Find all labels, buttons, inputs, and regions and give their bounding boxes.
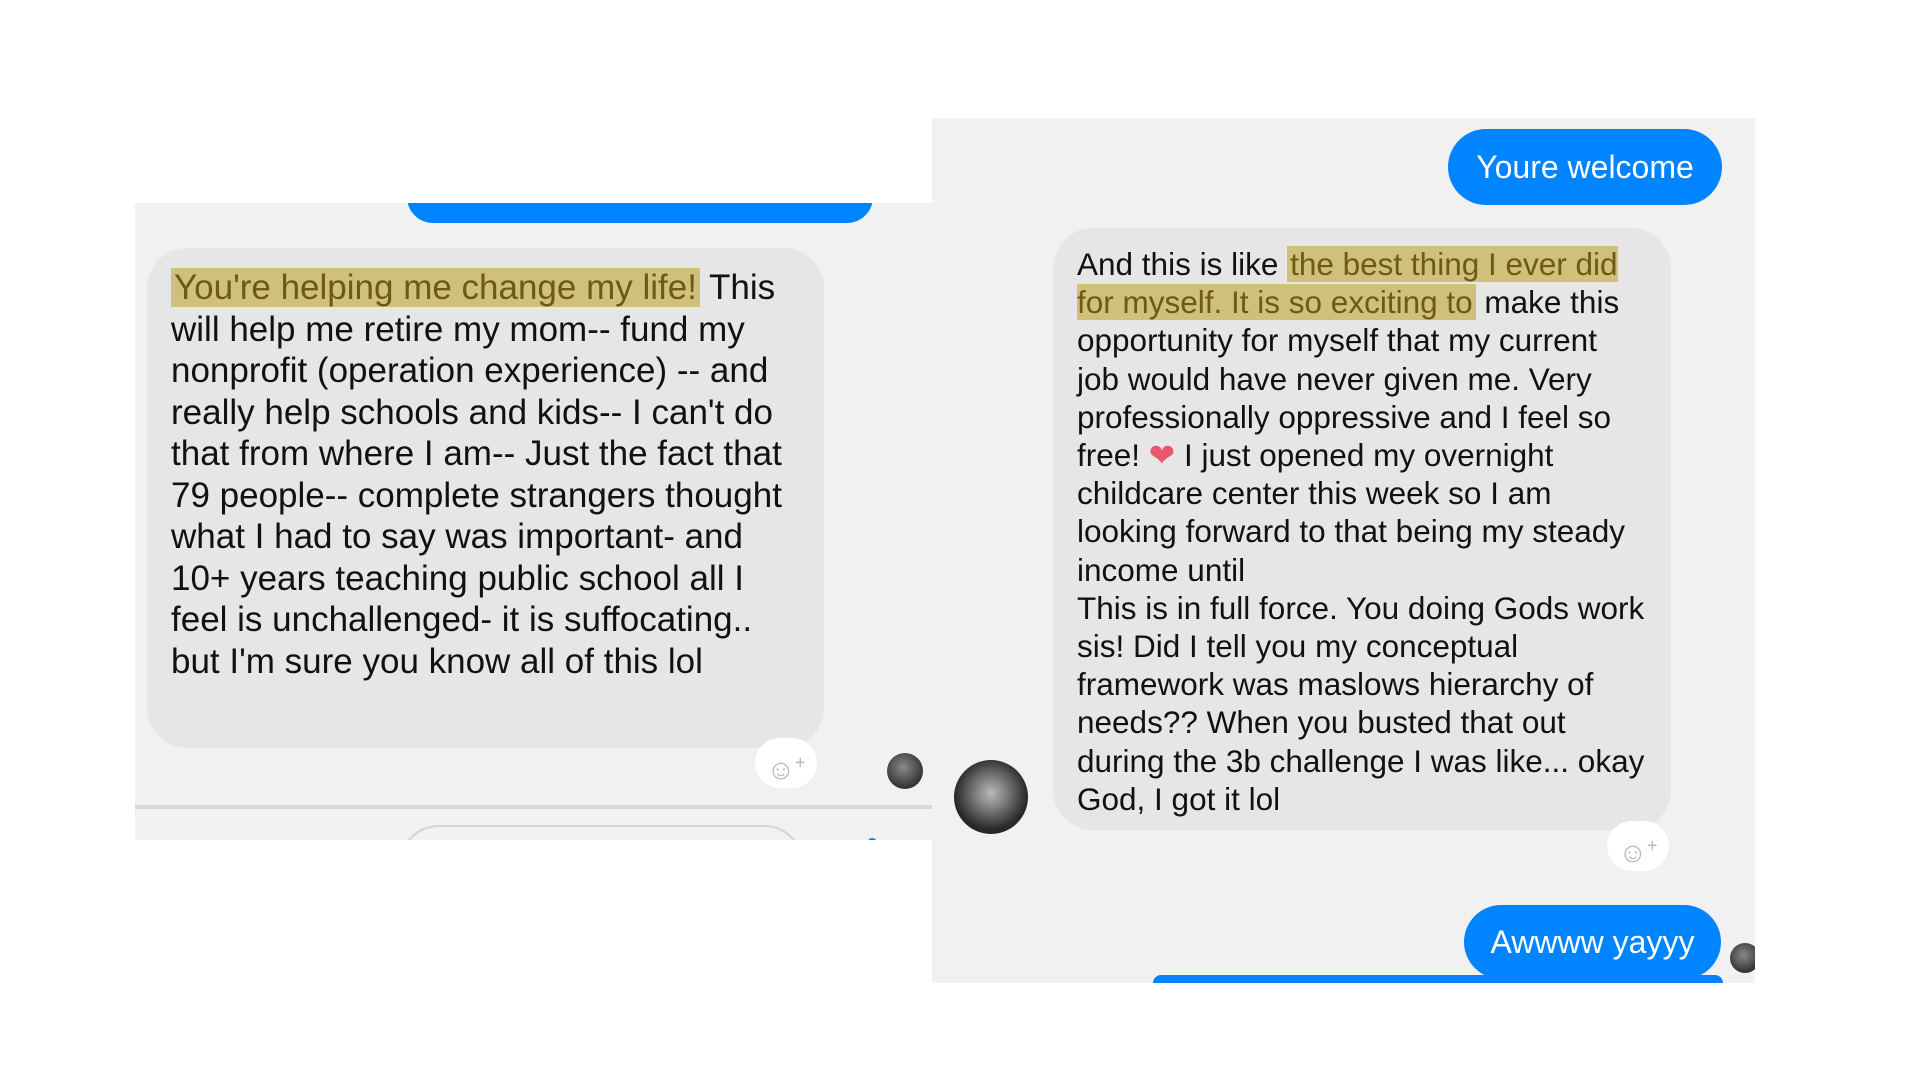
emoji-add-icon: ☺+: [766, 753, 806, 786]
sent-message-bubble-partial: [1153, 975, 1723, 983]
highlighted-text: You're helping me change my life!: [171, 268, 700, 307]
add-reaction-button[interactable]: ☺+: [755, 738, 817, 788]
left-conversation-panel: You're helping me change my life! This w…: [135, 203, 932, 840]
sent-message-bubble-partial: [407, 203, 873, 223]
like-button[interactable]: [840, 833, 896, 840]
read-receipt-avatar: [887, 753, 923, 789]
emoji-add-icon: ☺+: [1618, 836, 1658, 869]
received-message-bubble: And this is like the best thing I ever d…: [1053, 228, 1671, 830]
heart-emoji: ❤: [1148, 437, 1176, 474]
message-input[interactable]: [399, 825, 804, 840]
message-text: And this is like: [1077, 246, 1288, 282]
sent-message-bubble: Awwww yayyy: [1464, 905, 1721, 979]
sender-avatar[interactable]: [954, 760, 1028, 834]
received-message-bubble: You're helping me change my life! This w…: [147, 248, 824, 748]
right-conversation-panel: Youre welcome And this is like the best …: [932, 118, 1755, 983]
composer-divider: [135, 805, 932, 809]
message-text: This is in full force. You doing Gods wo…: [1077, 589, 1645, 817]
sent-message-bubble: Youre welcome: [1448, 129, 1722, 205]
thumbs-up-icon: [868, 838, 876, 840]
read-receipt-avatar: [1730, 943, 1755, 973]
add-reaction-button[interactable]: ☺+: [1607, 821, 1669, 871]
message-text: This will help me retire my mom-- fund m…: [171, 268, 782, 681]
